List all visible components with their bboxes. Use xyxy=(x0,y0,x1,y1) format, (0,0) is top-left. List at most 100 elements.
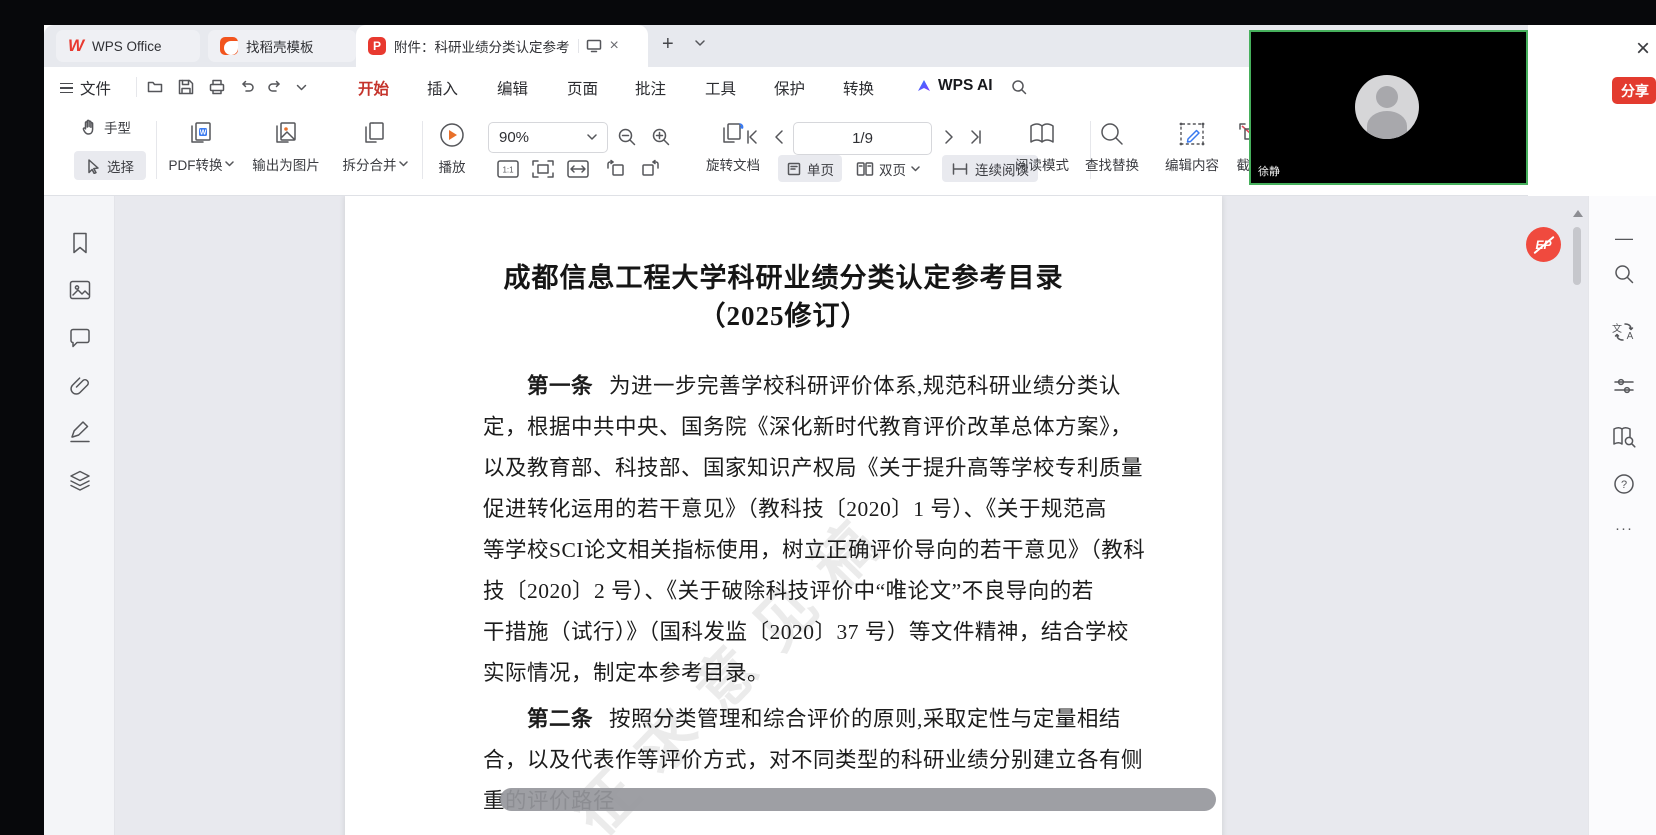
help-icon[interactable]: ? xyxy=(1610,470,1638,498)
svg-text:1:1: 1:1 xyxy=(502,166,514,175)
undo-icon[interactable] xyxy=(238,79,256,95)
hand-tool-label: 手型 xyxy=(104,121,131,136)
tab-docer[interactable]: 找稻壳模板 xyxy=(208,30,356,62)
menu-tab-convert[interactable]: 转换 xyxy=(843,77,874,99)
comment-panel-icon[interactable] xyxy=(63,321,97,355)
signature-pen-icon[interactable] xyxy=(63,416,97,450)
print-icon[interactable] xyxy=(208,78,226,96)
open-folder-icon[interactable] xyxy=(146,78,164,96)
read-mode-button[interactable]: 阅读模式 xyxy=(1002,120,1082,174)
export-image-button[interactable]: 输出为图片 xyxy=(240,120,332,174)
attachment-icon[interactable] xyxy=(63,369,97,403)
select-tool-button[interactable]: 选择 xyxy=(74,151,146,180)
continuous-read-icon xyxy=(952,162,968,175)
rotate-document-label: 旋转文档 xyxy=(706,158,760,173)
double-page-button[interactable]: 双页 xyxy=(856,155,920,182)
fit-page-icon[interactable] xyxy=(531,159,555,179)
floating-scrollbar[interactable] xyxy=(500,788,1216,811)
play-button[interactable]: 播放 xyxy=(426,120,478,176)
dictionary-lookup-icon[interactable] xyxy=(1610,423,1638,451)
layers-icon[interactable] xyxy=(63,464,97,498)
pdf-page: 征求意见稿 成都信息工程大学科研业绩分类认定参考目录 （2025修订） 第一条为… xyxy=(345,196,1222,835)
menu-tab-edit[interactable]: 编辑 xyxy=(497,77,528,99)
tab-wps-home[interactable]: W WPS Office xyxy=(56,30,200,62)
first-page-icon[interactable] xyxy=(744,129,760,145)
single-page-label: 单页 xyxy=(807,162,834,178)
save-icon[interactable] xyxy=(177,78,195,96)
actual-size-icon[interactable]: 1:1 xyxy=(496,159,520,179)
menu-tab-comment[interactable]: 批注 xyxy=(635,77,666,99)
split-merge-button[interactable]: 拆分合并 xyxy=(332,120,418,174)
article-1-label: 第一条 xyxy=(527,374,594,398)
svg-text:?: ? xyxy=(1621,479,1627,491)
more-options-icon[interactable]: ··· xyxy=(1610,514,1638,542)
menu-tab-tools[interactable]: 工具 xyxy=(705,77,736,99)
menu-tab-protect[interactable]: 保护 xyxy=(774,77,805,99)
next-page-icon[interactable] xyxy=(940,129,956,145)
pdf-convert-icon: W xyxy=(191,122,211,143)
menu-search-icon[interactable] xyxy=(1010,78,1028,96)
edit-content-button[interactable]: 编辑内容 xyxy=(1152,120,1232,174)
bookmark-icon[interactable] xyxy=(63,226,97,260)
scroll-up-arrow[interactable] xyxy=(1573,210,1583,217)
menu-tab-insert[interactable]: 插入 xyxy=(427,77,458,99)
tab-wps-label: WPS Office xyxy=(92,38,162,54)
floating-badge[interactable]: EP xyxy=(1526,227,1561,262)
top-black-strip xyxy=(0,0,1656,25)
zoom-out-icon[interactable] xyxy=(616,126,638,148)
sidebar-search-icon[interactable] xyxy=(1610,260,1638,288)
rotate-left-icon[interactable] xyxy=(604,159,628,179)
right-sidebar: — 文 A ? ··· xyxy=(1588,196,1656,835)
split-merge-icon xyxy=(365,122,384,143)
tab-document-label: 附件：科研业绩分类认定参考 xyxy=(394,40,570,55)
wps-logo-icon: W xyxy=(68,36,85,55)
floating-badge-glyph: EP xyxy=(1535,237,1552,252)
new-tab-button[interactable]: + xyxy=(662,33,674,56)
tab-list-chevron-icon[interactable] xyxy=(694,39,706,47)
rotate-document-button[interactable]: 旋转文档 xyxy=(692,120,774,174)
pdf-file-icon: P xyxy=(368,37,386,55)
menu-tab-home[interactable]: 开始 xyxy=(358,77,389,99)
image-panel-icon[interactable] xyxy=(63,273,97,307)
pdf-convert-label: PDF转换 xyxy=(169,154,234,174)
redo-icon[interactable] xyxy=(266,79,284,95)
select-tool-label: 选择 xyxy=(107,159,134,175)
doc-paragraph-line: 以及教育部、科技部、国家知识产权局《关于提升高等学校专利质量 xyxy=(483,456,1144,480)
last-page-icon[interactable] xyxy=(968,129,984,145)
find-replace-button[interactable]: 查找替换 xyxy=(1072,120,1152,174)
window-close-button[interactable]: × xyxy=(1628,35,1656,63)
fit-width-icon[interactable] xyxy=(566,159,590,179)
translate-icon[interactable]: 文 A xyxy=(1610,318,1638,346)
doc-paragraph-line: 技〔2020〕2 号）、《关于破除科技评价中“唯论文”不良导向的若 xyxy=(483,579,1094,603)
quick-access-chevron-icon[interactable] xyxy=(296,84,307,91)
zoom-select[interactable]: 90% xyxy=(488,122,608,153)
file-menu[interactable]: 文件 xyxy=(60,77,111,99)
edit-content-icon xyxy=(1179,122,1205,146)
settings-sliders-icon[interactable] xyxy=(1610,372,1638,400)
wps-ai-menu[interactable]: WPS AI xyxy=(916,77,993,95)
vertical-scrollbar[interactable] xyxy=(1573,227,1581,285)
hand-tool-button[interactable]: 手型 xyxy=(80,117,131,137)
document-viewport[interactable]: 征求意见稿 成都信息工程大学科研业绩分类认定参考目录 （2025修订） 第一条为… xyxy=(115,196,1588,835)
share-button[interactable]: 分享 xyxy=(1612,77,1656,104)
doc-title-line1: 成都信息工程大学科研业绩分类认定参考目录 xyxy=(503,263,1064,293)
zoom-in-icon[interactable] xyxy=(650,126,672,148)
screen: W WPS Office 找稻壳模板 P 附件：科研业绩分类认定参考 × + 文… xyxy=(0,0,1656,835)
prev-page-icon[interactable] xyxy=(772,129,788,145)
collapse-icon[interactable]: — xyxy=(1610,224,1638,252)
tab-close-icon[interactable]: × xyxy=(610,37,619,55)
menu-tab-page[interactable]: 页面 xyxy=(567,77,598,99)
single-page-button[interactable]: 单页 xyxy=(778,155,842,182)
doc-paragraph-line: 第二条 按照分类管理和综合评价的原则,采取定性与定量相结 xyxy=(527,707,1121,731)
play-label: 播放 xyxy=(438,160,466,175)
hand-icon xyxy=(82,119,94,135)
video-call-overlay[interactable]: 徐静 xyxy=(1249,30,1528,185)
screen-share-icon[interactable] xyxy=(577,39,602,53)
doc-paragraph-line: 第一条 为进一步完善学校科研评价体系,规范科研业绩分类认 xyxy=(527,374,1121,398)
doc-paragraph-line: 合，以及代表作等评价方式，对不同类型的科研业绩分别建立各有侧 xyxy=(483,748,1144,772)
pdf-convert-button[interactable]: W PDF转换 xyxy=(158,120,244,174)
tab-document-active[interactable]: P 附件：科研业绩分类认定参考 × xyxy=(356,25,648,67)
wps-ai-icon xyxy=(918,80,930,91)
rotate-right-icon[interactable] xyxy=(638,159,662,179)
page-indicator-input[interactable]: 1/9 xyxy=(793,122,932,155)
